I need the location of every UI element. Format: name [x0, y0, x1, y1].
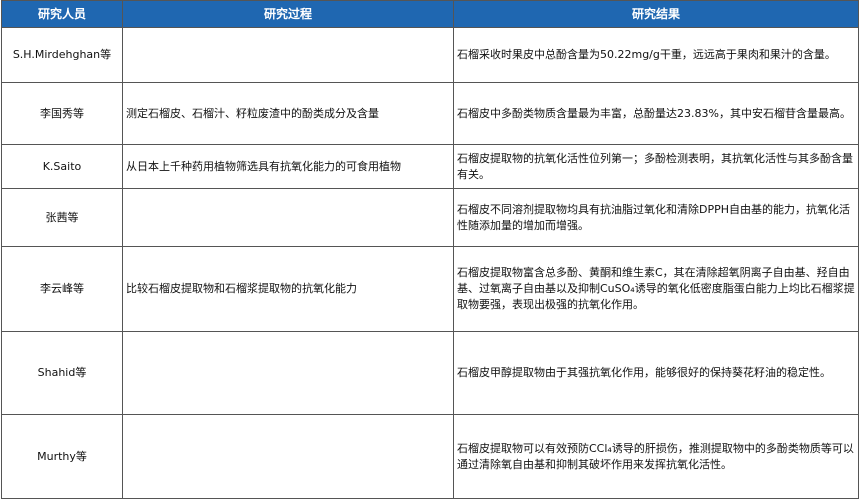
table-row: 李云峰等 比较石榴皮提取物和石榴浆提取物的抗氧化能力 石榴皮提取物富含总多酚、黄… — [1, 246, 859, 332]
cell-process — [122, 414, 454, 499]
cell-researcher: 李云峰等 — [1, 246, 123, 332]
cell-process: 从日本上千种药用植物筛选具有抗氧化能力的可食用植物 — [122, 144, 454, 189]
header-row: 研究人员 研究过程 研究结果 — [1, 0, 859, 28]
cell-researcher: 张茜等 — [1, 188, 123, 247]
table-row: 张茜等 石榴皮不同溶剂提取物均具有抗油脂过氧化和清除DPPH自由基的能力，抗氧化… — [1, 188, 859, 247]
cell-result: 石榴皮提取物可以有效预防CCl₄诱导的肝损伤，推测提取物中的多酚类物质等可以通过… — [453, 414, 859, 499]
cell-result: 石榴皮提取物的抗氧化活性位列第一；多酚检测表明，其抗氧化活性与其多酚含量有关。 — [453, 144, 859, 189]
table-row: K.Saito 从日本上千种药用植物筛选具有抗氧化能力的可食用植物 石榴皮提取物… — [1, 144, 859, 189]
cell-process — [122, 188, 454, 247]
cell-researcher: S.H.Mirdehghan等 — [1, 27, 123, 83]
table-header: 研究人员 研究过程 研究结果 — [1, 0, 859, 28]
cell-result: 石榴皮中多酚类物质含量最为丰富，总酚量达23.83%，其中安石榴苷含量最高。 — [453, 82, 859, 145]
cell-result: 石榴采收时果皮中总酚含量为50.22mg/g干重，远远高于果肉和果汁的含量。 — [453, 27, 859, 83]
cell-researcher: Shahid等 — [1, 331, 123, 415]
cell-researcher: K.Saito — [1, 144, 123, 189]
cell-result: 石榴皮不同溶剂提取物均具有抗油脂过氧化和清除DPPH自由基的能力，抗氧化活性随添… — [453, 188, 859, 247]
table-body: S.H.Mirdehghan等 石榴采收时果皮中总酚含量为50.22mg/g干重… — [1, 27, 859, 499]
cell-process — [122, 27, 454, 83]
table-row: 李国秀等 测定石榴皮、石榴汁、籽粒废渣中的酚类成分及含量 石榴皮中多酚类物质含量… — [1, 82, 859, 145]
header-process: 研究过程 — [122, 0, 454, 28]
cell-result: 石榴皮提取物富含总多酚、黄酮和维生素C，其在清除超氧阴离子自由基、羟自由基、过氧… — [453, 246, 859, 332]
cell-process — [122, 331, 454, 415]
header-researcher: 研究人员 — [1, 0, 123, 28]
table-row: Murthy等 石榴皮提取物可以有效预防CCl₄诱导的肝损伤，推测提取物中的多酚… — [1, 414, 859, 499]
cell-result: 石榴皮甲醇提取物由于其强抗氧化作用，能够很好的保持葵花籽油的稳定性。 — [453, 331, 859, 415]
cell-process: 测定石榴皮、石榴汁、籽粒废渣中的酚类成分及含量 — [122, 82, 454, 145]
table-row: Shahid等 石榴皮甲醇提取物由于其强抗氧化作用，能够很好的保持葵花籽油的稳定… — [1, 331, 859, 415]
header-result: 研究结果 — [453, 0, 859, 28]
cell-researcher: Murthy等 — [1, 414, 123, 499]
cell-process: 比较石榴皮提取物和石榴浆提取物的抗氧化能力 — [122, 246, 454, 332]
table-row: S.H.Mirdehghan等 石榴采收时果皮中总酚含量为50.22mg/g干重… — [1, 27, 859, 83]
cell-researcher: 李国秀等 — [1, 82, 123, 145]
research-table: 研究人员 研究过程 研究结果 S.H.Mirdehghan等 石榴采收时果皮中总… — [1, 0, 859, 499]
